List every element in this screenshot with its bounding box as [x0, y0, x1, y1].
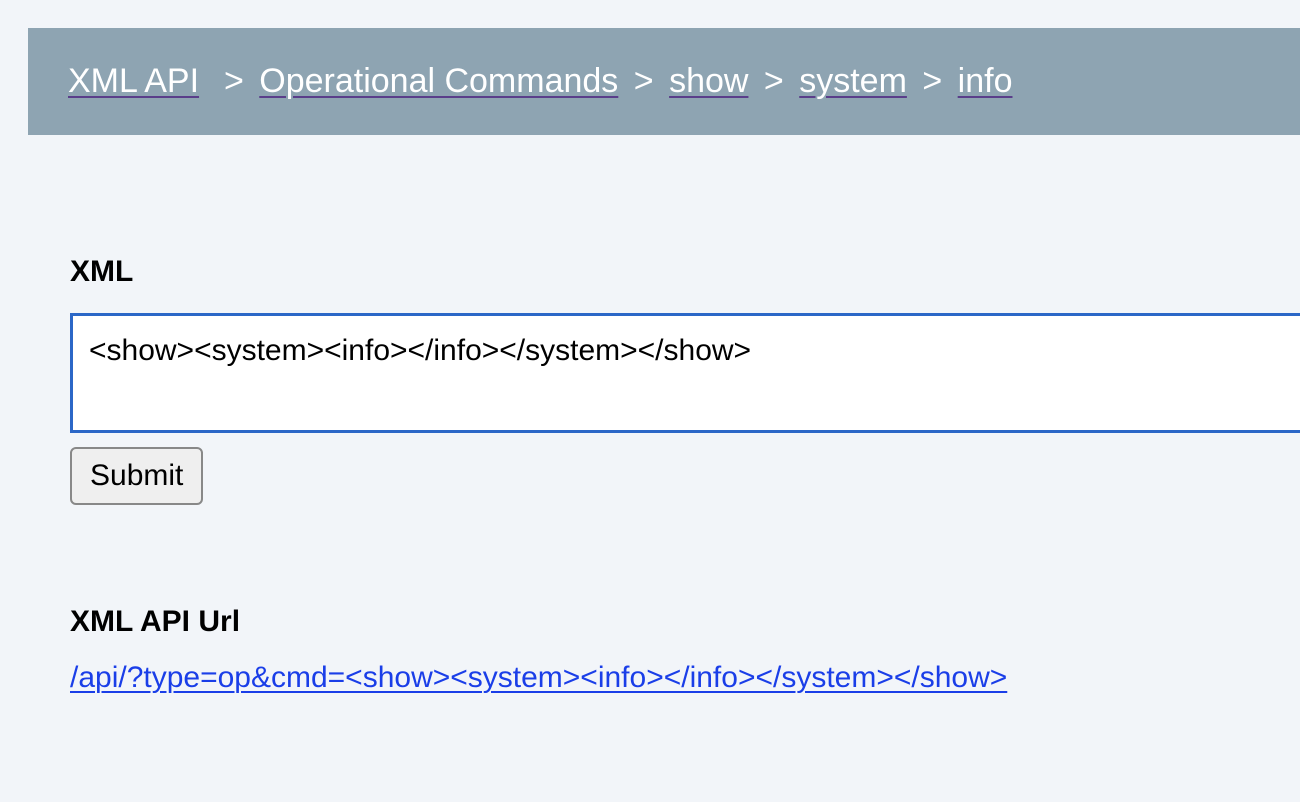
breadcrumb-separator: >	[634, 62, 654, 100]
breadcrumb-link-show[interactable]: show	[669, 62, 748, 100]
xml-api-url-link[interactable]: /api/?type=op&cmd=<show><system><info></…	[70, 661, 1007, 695]
breadcrumb: XML API > Operational Commands > show > …	[28, 28, 1300, 135]
breadcrumb-link-xml-api[interactable]: XML API	[68, 62, 199, 100]
breadcrumb-separator: >	[922, 62, 942, 100]
breadcrumb-separator: >	[224, 62, 244, 100]
submit-button[interactable]: Submit	[70, 447, 203, 505]
xml-input[interactable]	[70, 313, 1300, 433]
xml-api-url-heading: XML API Url	[70, 605, 1300, 639]
breadcrumb-link-info[interactable]: info	[958, 62, 1013, 100]
xml-heading: XML	[70, 255, 1300, 289]
breadcrumb-link-operational-commands[interactable]: Operational Commands	[259, 62, 618, 100]
breadcrumb-separator: >	[764, 62, 784, 100]
breadcrumb-link-system[interactable]: system	[799, 62, 907, 100]
